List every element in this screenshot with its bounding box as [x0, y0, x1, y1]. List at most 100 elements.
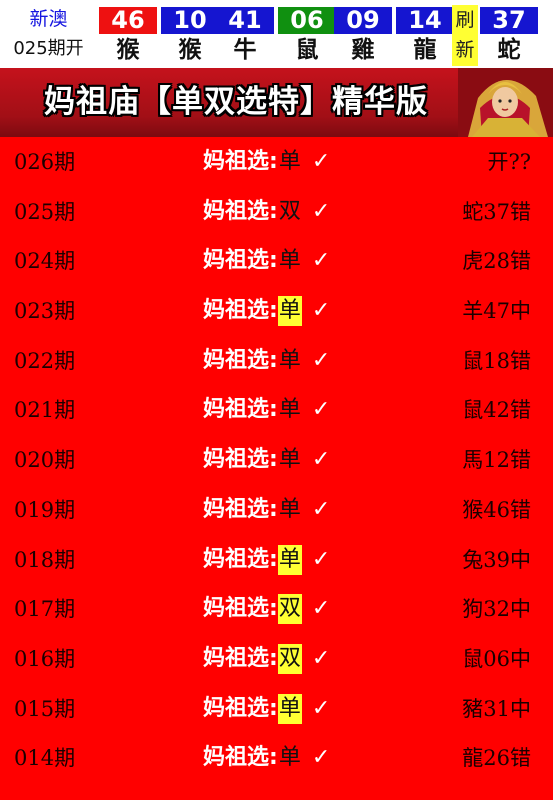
region-label: 新澳: [29, 8, 68, 30]
history-row: 024期 妈祖选:单 ✓ 虎28错: [0, 236, 553, 286]
pick-label: 妈祖选:: [203, 695, 278, 721]
pick-label: 妈祖选:: [203, 397, 278, 423]
check-icon: ✓: [311, 198, 331, 224]
issue-number: 019期: [14, 497, 76, 522]
mazu-statue-image: [458, 68, 553, 137]
pick-value: 单: [278, 397, 301, 423]
pick-cell: 妈祖选:单 ✓: [203, 743, 336, 773]
check-icon: ✓: [311, 645, 331, 671]
check-icon: ✓: [311, 248, 331, 274]
ball-number: 41: [216, 7, 274, 34]
pick-label: 妈祖选:: [203, 645, 278, 671]
pick-cell: 妈祖选:单 ✓: [203, 246, 336, 276]
pick-value: 单: [278, 447, 301, 473]
history-row: 019期 妈祖选:单 ✓ 猴46错: [0, 485, 553, 535]
check-icon: ✓: [311, 596, 331, 622]
issue-number: 025期: [14, 199, 76, 224]
ball-zodiac: 鼠: [295, 37, 319, 63]
issue-number: 024期: [14, 249, 76, 274]
result-value: 豬31中: [462, 696, 531, 721]
pick-value: 双: [278, 198, 301, 224]
issue-number: 023期: [14, 299, 76, 324]
pick-value: 单: [277, 544, 302, 575]
ball-zodiac: 蛇: [497, 37, 521, 63]
result-value: 开??: [487, 150, 531, 174]
history-list: 026期 妈祖选:单 ✓ 开?? 025期 妈祖选:双 ✓ 蛇37错 024期 妈祖选:单 ✓ 虎28…: [0, 137, 553, 783]
pick-label: 妈祖选:: [203, 596, 278, 622]
pick-value: 单: [277, 296, 302, 327]
pick-cell: 妈祖选:双 ✓: [203, 594, 336, 625]
result-value: 蛇37错: [462, 199, 531, 224]
pick-label: 妈祖选:: [203, 745, 278, 771]
draw-ball: 09 雞: [332, 0, 394, 68]
ball-number: 10: [161, 7, 219, 34]
issue-number: 018期: [14, 547, 76, 572]
draw-ball: 37 蛇: [478, 0, 540, 68]
history-row: 014期 妈祖选:单 ✓ 龍26错: [0, 733, 553, 783]
history-row: 026期 妈祖选:单 ✓ 开??: [0, 137, 553, 187]
pick-label: 妈祖选:: [203, 298, 278, 324]
history-row: 017期 妈祖选:双 ✓ 狗32中: [0, 584, 553, 634]
pick-cell: 妈祖选:单 ✓: [203, 544, 336, 575]
result-value: 鼠18错: [462, 348, 531, 373]
banner: 妈祖庙【单双选特】精华版: [0, 68, 553, 137]
history-row: 015期 妈祖选:单 ✓ 豬31中: [0, 684, 553, 734]
pick-cell: 妈祖选:单 ✓: [203, 693, 336, 724]
check-icon: ✓: [311, 496, 331, 522]
draw-ball: 06 鼠: [276, 0, 338, 68]
pick-value: 单: [278, 347, 301, 373]
check-icon: ✓: [311, 149, 331, 174]
ball-number: 09: [334, 7, 392, 34]
issue-number: 020期: [14, 448, 76, 473]
history-row: 020期 妈祖选:单 ✓ 馬12错: [0, 435, 553, 485]
draw-ball: 46 猴: [97, 0, 159, 68]
result-bar: 新澳 025期开 46 猴 10 猴 41 牛 06 鼠 09 雞 14 龍 37 蛇 刷 新: [0, 0, 553, 68]
pick-value: 单: [278, 496, 301, 522]
pick-cell: 妈祖选:单 ✓: [203, 296, 336, 327]
issue-number: 022期: [14, 348, 76, 373]
ball-zodiac: 牛: [233, 37, 257, 63]
result-value: 龍26错: [462, 746, 531, 771]
pick-cell: 妈祖选:单 ✓: [203, 395, 336, 425]
refresh-label-bottom: 新: [455, 39, 475, 61]
pick-value: 单: [278, 149, 301, 174]
issue-number: 015期: [14, 696, 76, 721]
ball-number: 46: [99, 7, 157, 34]
pick-label: 妈祖选:: [203, 447, 278, 473]
issue-number: 014期: [14, 746, 76, 771]
result-value: 鼠42错: [462, 398, 531, 423]
ball-zodiac: 雞: [351, 37, 375, 63]
ball-zodiac: 猴: [178, 37, 202, 63]
ball-zodiac: 龍: [413, 37, 437, 63]
pick-cell: 妈祖选:单 ✓: [203, 147, 336, 177]
issue-number: 021期: [14, 398, 76, 423]
result-value: 虎28错: [462, 249, 531, 274]
period-label: 025期开: [13, 38, 84, 59]
pick-cell: 妈祖选:单 ✓: [203, 445, 336, 475]
ball-number: 37: [480, 7, 538, 34]
check-icon: ✓: [311, 447, 331, 473]
pick-cell: 妈祖选:单 ✓: [203, 346, 336, 376]
refresh-button[interactable]: 刷 新: [452, 5, 478, 66]
pick-value: 双: [277, 643, 302, 674]
refresh-label-top: 刷: [455, 9, 475, 31]
pick-value: 单: [277, 693, 302, 724]
banner-title: 妈祖庙【单双选特】精华版: [44, 84, 428, 120]
issue-number: 017期: [14, 597, 76, 622]
check-icon: ✓: [311, 745, 331, 771]
history-row: 023期 妈祖选:单 ✓ 羊47中: [0, 286, 553, 336]
pick-label: 妈祖选:: [203, 546, 278, 572]
ball-number: 14: [396, 7, 454, 34]
draw-ball: 41 牛: [214, 0, 276, 68]
history-row: 025期 妈祖选:双 ✓ 蛇37错: [0, 187, 553, 237]
pick-label: 妈祖选:: [203, 198, 278, 224]
check-icon: ✓: [311, 298, 331, 324]
result-value: 馬12错: [462, 448, 531, 473]
history-row: 018期 妈祖选:单 ✓ 兔39中: [0, 535, 553, 585]
check-icon: ✓: [311, 397, 331, 423]
result-value: 鼠06中: [462, 646, 531, 671]
check-icon: ✓: [311, 546, 331, 572]
result-value: 猴46错: [462, 497, 531, 522]
pick-cell: 妈祖选:双 ✓: [203, 643, 336, 674]
draw-ball: 14 龍: [394, 0, 456, 68]
